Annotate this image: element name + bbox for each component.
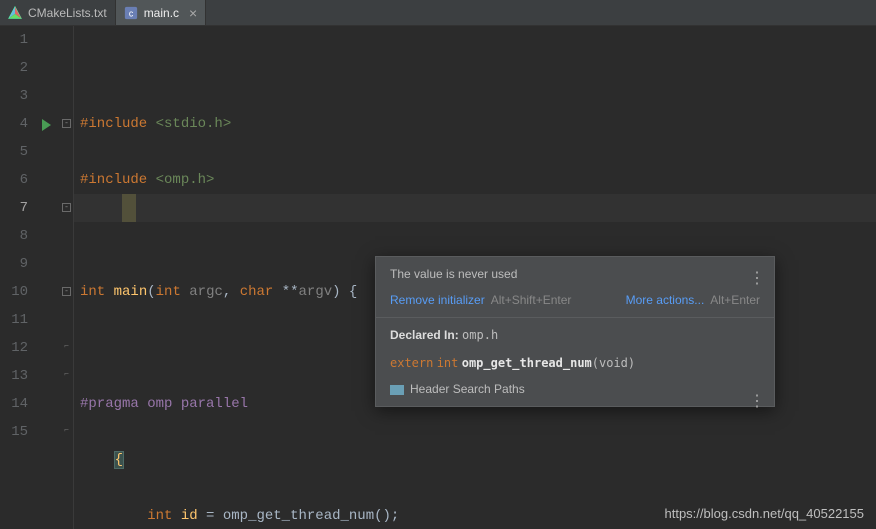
shortcut-hint: Alt+Shift+Enter (491, 293, 572, 307)
more-menu-icon[interactable]: ⋮ (749, 390, 764, 414)
fold-toggle-icon[interactable]: - (62, 287, 71, 296)
more-menu-icon[interactable]: ⋮ (749, 267, 764, 291)
warning-stripe (122, 194, 136, 222)
close-icon[interactable]: × (189, 5, 197, 21)
action-gutter (38, 26, 60, 529)
folder-icon (390, 385, 404, 395)
tab-label: main.c (144, 6, 179, 20)
tab-main-c[interactable]: c main.c × (116, 0, 207, 25)
inspection-message: The value is never used (390, 267, 517, 281)
declaration-section: Declared In: omp.h (376, 317, 774, 352)
c-file-icon: c (124, 6, 138, 20)
watermark-text: https://blog.csdn.net/qq_40522155 (665, 506, 865, 521)
fold-end-icon: ⌐ (62, 343, 71, 352)
cmake-icon (8, 6, 22, 20)
tab-label: CMakeLists.txt (28, 6, 107, 20)
remove-initializer-action[interactable]: Remove initializer (390, 293, 485, 307)
svg-text:c: c (129, 8, 134, 18)
inspection-popup: The value is never used ⋮ Remove initial… (375, 256, 775, 407)
tab-cmakelists[interactable]: CMakeLists.txt (0, 0, 116, 25)
fold-toggle-icon[interactable]: - (62, 119, 71, 128)
shortcut-hint: Alt+Enter (710, 293, 760, 307)
line-number-gutter: 1 2 3 4 5 6 7 8 9 10 11 12 13 14 15 (0, 26, 38, 529)
run-icon[interactable] (42, 119, 51, 131)
header-search-paths-link[interactable]: Header Search Paths (410, 382, 525, 396)
fold-end-icon: ⌐ (62, 427, 71, 436)
current-line-highlight (74, 194, 876, 222)
fold-toggle-icon[interactable]: - (62, 203, 71, 212)
fold-gutter: - - - ⌐ ⌐ ⌐ (60, 26, 74, 529)
editor-tabs: CMakeLists.txt c main.c × (0, 0, 876, 26)
fold-end-icon: ⌐ (62, 371, 71, 380)
more-actions-link[interactable]: More actions... (626, 293, 705, 307)
inspection-header: The value is never used ⋮ (376, 257, 774, 291)
